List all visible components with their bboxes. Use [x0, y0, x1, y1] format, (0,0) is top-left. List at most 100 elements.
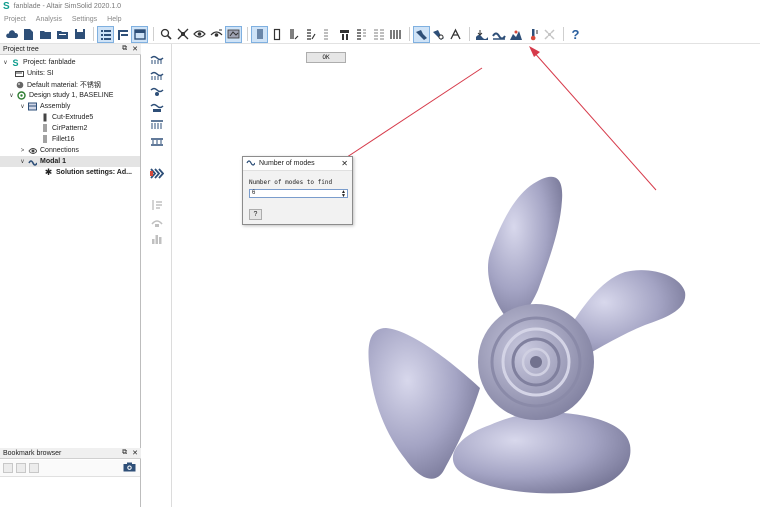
- rectangle-part-icon[interactable]: [269, 27, 284, 42]
- analysis-text-icon[interactable]: [448, 27, 463, 42]
- cloud-icon[interactable]: [4, 27, 19, 42]
- probe-disabled-icon: [150, 216, 164, 228]
- simsolid-logo-icon: S: [12, 57, 19, 68]
- toolbar-separator: [93, 27, 94, 41]
- tree-item-label: Solution settings: Ad...: [56, 169, 132, 176]
- menu-project[interactable]: Project: [4, 16, 26, 23]
- dialog-title-bar: Number of modes ✕: [243, 157, 352, 171]
- menu-help[interactable]: Help: [107, 16, 121, 23]
- spin-arrows-icon[interactable]: ▲ ▼: [341, 190, 346, 199]
- wave-analysis-icon[interactable]: [491, 27, 506, 42]
- thermometer-icon[interactable]: [525, 27, 540, 42]
- simsolid-window: S fanblade - Altair SimSolid 2020.1.0 Pr…: [0, 0, 760, 507]
- tree-item-modal[interactable]: ∨ Modal 1: [0, 156, 140, 167]
- part-remove-icon[interactable]: [320, 27, 335, 42]
- close-icon[interactable]: ✕: [132, 45, 138, 53]
- modal-analysis-icon: [246, 159, 256, 168]
- analysis-side-toolbar: [141, 44, 172, 507]
- expand-toggle[interactable]: ∨: [8, 92, 15, 99]
- toolbar-separator: [409, 27, 410, 41]
- part-group-icon[interactable]: [371, 27, 386, 42]
- expand-toggle[interactable]: >: [19, 148, 26, 154]
- tree-item-label: Default material: 不锈钢: [27, 81, 101, 89]
- part-edit-icon[interactable]: [303, 27, 318, 42]
- expand-toggle[interactable]: ∨: [19, 158, 26, 165]
- modes-count-value: 6: [252, 190, 256, 196]
- save-icon[interactable]: [72, 27, 87, 42]
- analysis-structural-icon[interactable]: [413, 25, 430, 43]
- spring-part-icon[interactable]: [251, 25, 268, 43]
- project-tree-header: Project tree ⧉ ✕: [0, 44, 141, 55]
- bookmark-toolbar: [0, 460, 140, 477]
- fit-view-icon[interactable]: [175, 27, 190, 42]
- tree-item-solution-settings[interactable]: ✱ Solution settings: Ad...: [0, 167, 140, 178]
- tree-item-label: CirPattern2: [52, 125, 88, 132]
- tree-item-project[interactable]: ∨ S Project: fanblade: [0, 57, 140, 68]
- toolbar-separator: [563, 27, 564, 41]
- view-eye-icon[interactable]: [192, 27, 207, 42]
- solve-icon[interactable]: [150, 167, 164, 179]
- part-transform-icon[interactable]: [337, 27, 352, 42]
- tree-item-label: Connections: [40, 147, 79, 154]
- close-icon[interactable]: ✕: [132, 449, 138, 457]
- spring-pattern-icon[interactable]: [388, 27, 403, 42]
- results-disabled-icon: [150, 199, 164, 211]
- tree-item-connections[interactable]: > Connections: [0, 145, 140, 156]
- connections-icon: [28, 146, 37, 155]
- expand-toggle[interactable]: ∨: [2, 59, 9, 66]
- bookmark-toggle-icon[interactable]: [115, 27, 130, 42]
- tree-item-default-material[interactable]: Default material: 不锈钢: [0, 79, 140, 90]
- design-study-icon: [17, 91, 26, 100]
- bookmark-delete-icon[interactable]: [29, 463, 39, 473]
- dialog-help-button[interactable]: ?: [249, 209, 262, 220]
- part-icon: [40, 135, 49, 144]
- main-toolbar: ?: [0, 25, 760, 44]
- loads-tool-icon[interactable]: [150, 86, 164, 98]
- tree-item-assembly[interactable]: ∨ Assembly: [0, 101, 140, 112]
- tree-item-units[interactable]: Units: SI: [0, 68, 140, 79]
- bookmark-browser-header: Bookmark browser ⧉ ✕: [0, 448, 141, 459]
- close-icon[interactable]: ✕: [341, 159, 348, 168]
- mass-tool-icon[interactable]: [150, 102, 164, 114]
- hinge-support-icon[interactable]: [150, 136, 164, 148]
- part-pattern-icon[interactable]: [354, 27, 369, 42]
- project-tree-title: Project tree: [3, 45, 39, 53]
- tree-item-part[interactable]: Cut-Extrude5: [0, 112, 140, 123]
- part-list-icon[interactable]: [286, 27, 301, 42]
- thermal-analysis-icon[interactable]: [508, 27, 523, 42]
- fixed-support-icon[interactable]: [150, 118, 164, 130]
- modes-count-spinbox[interactable]: 6 ▲ ▼: [249, 189, 348, 199]
- new-project-icon[interactable]: [21, 27, 36, 42]
- tree-item-design-study[interactable]: ∨ Design study 1, BASELINE: [0, 90, 140, 101]
- import-folder-icon[interactable]: [55, 27, 70, 42]
- zoom-fit-icon[interactable]: [158, 27, 173, 42]
- tree-item-part[interactable]: CirPattern2: [0, 123, 140, 134]
- section-view-icon[interactable]: [209, 27, 224, 42]
- display-mode-icon[interactable]: [225, 25, 242, 43]
- tree-item-label: Units: SI: [27, 70, 54, 77]
- float-panel-icon[interactable]: ⧉: [122, 449, 127, 457]
- open-folder-icon[interactable]: [38, 27, 53, 42]
- model-viewport[interactable]: [172, 44, 760, 507]
- modes-count-label: Number of modes to find: [249, 179, 333, 186]
- analysis-search-icon[interactable]: [431, 27, 446, 42]
- tree-item-part[interactable]: Fillet16: [0, 134, 140, 145]
- connections-tool-icon[interactable]: [150, 54, 164, 66]
- ok-button[interactable]: OK: [306, 52, 346, 63]
- float-panel-icon[interactable]: ⧉: [122, 45, 127, 53]
- tree-item-label: Design study 1, BASELINE: [29, 92, 114, 99]
- modal-analysis-icon[interactable]: [474, 27, 489, 42]
- disabled-analysis-icon[interactable]: [542, 27, 557, 42]
- menu-settings[interactable]: Settings: [72, 16, 97, 23]
- camera-icon[interactable]: [123, 462, 136, 474]
- project-tree-toggle-icon[interactable]: [97, 25, 114, 43]
- simsolid-logo-icon: S: [3, 1, 10, 12]
- help-icon[interactable]: ?: [568, 27, 583, 42]
- part-icon: [40, 124, 49, 133]
- supports-tool-icon[interactable]: [150, 70, 164, 82]
- bookmark-save-icon[interactable]: [16, 463, 26, 473]
- expand-toggle[interactable]: ∨: [19, 103, 26, 110]
- bookmark-add-icon[interactable]: [3, 463, 13, 473]
- message-toggle-icon[interactable]: [131, 25, 148, 43]
- menu-analysis[interactable]: Analysis: [36, 16, 62, 23]
